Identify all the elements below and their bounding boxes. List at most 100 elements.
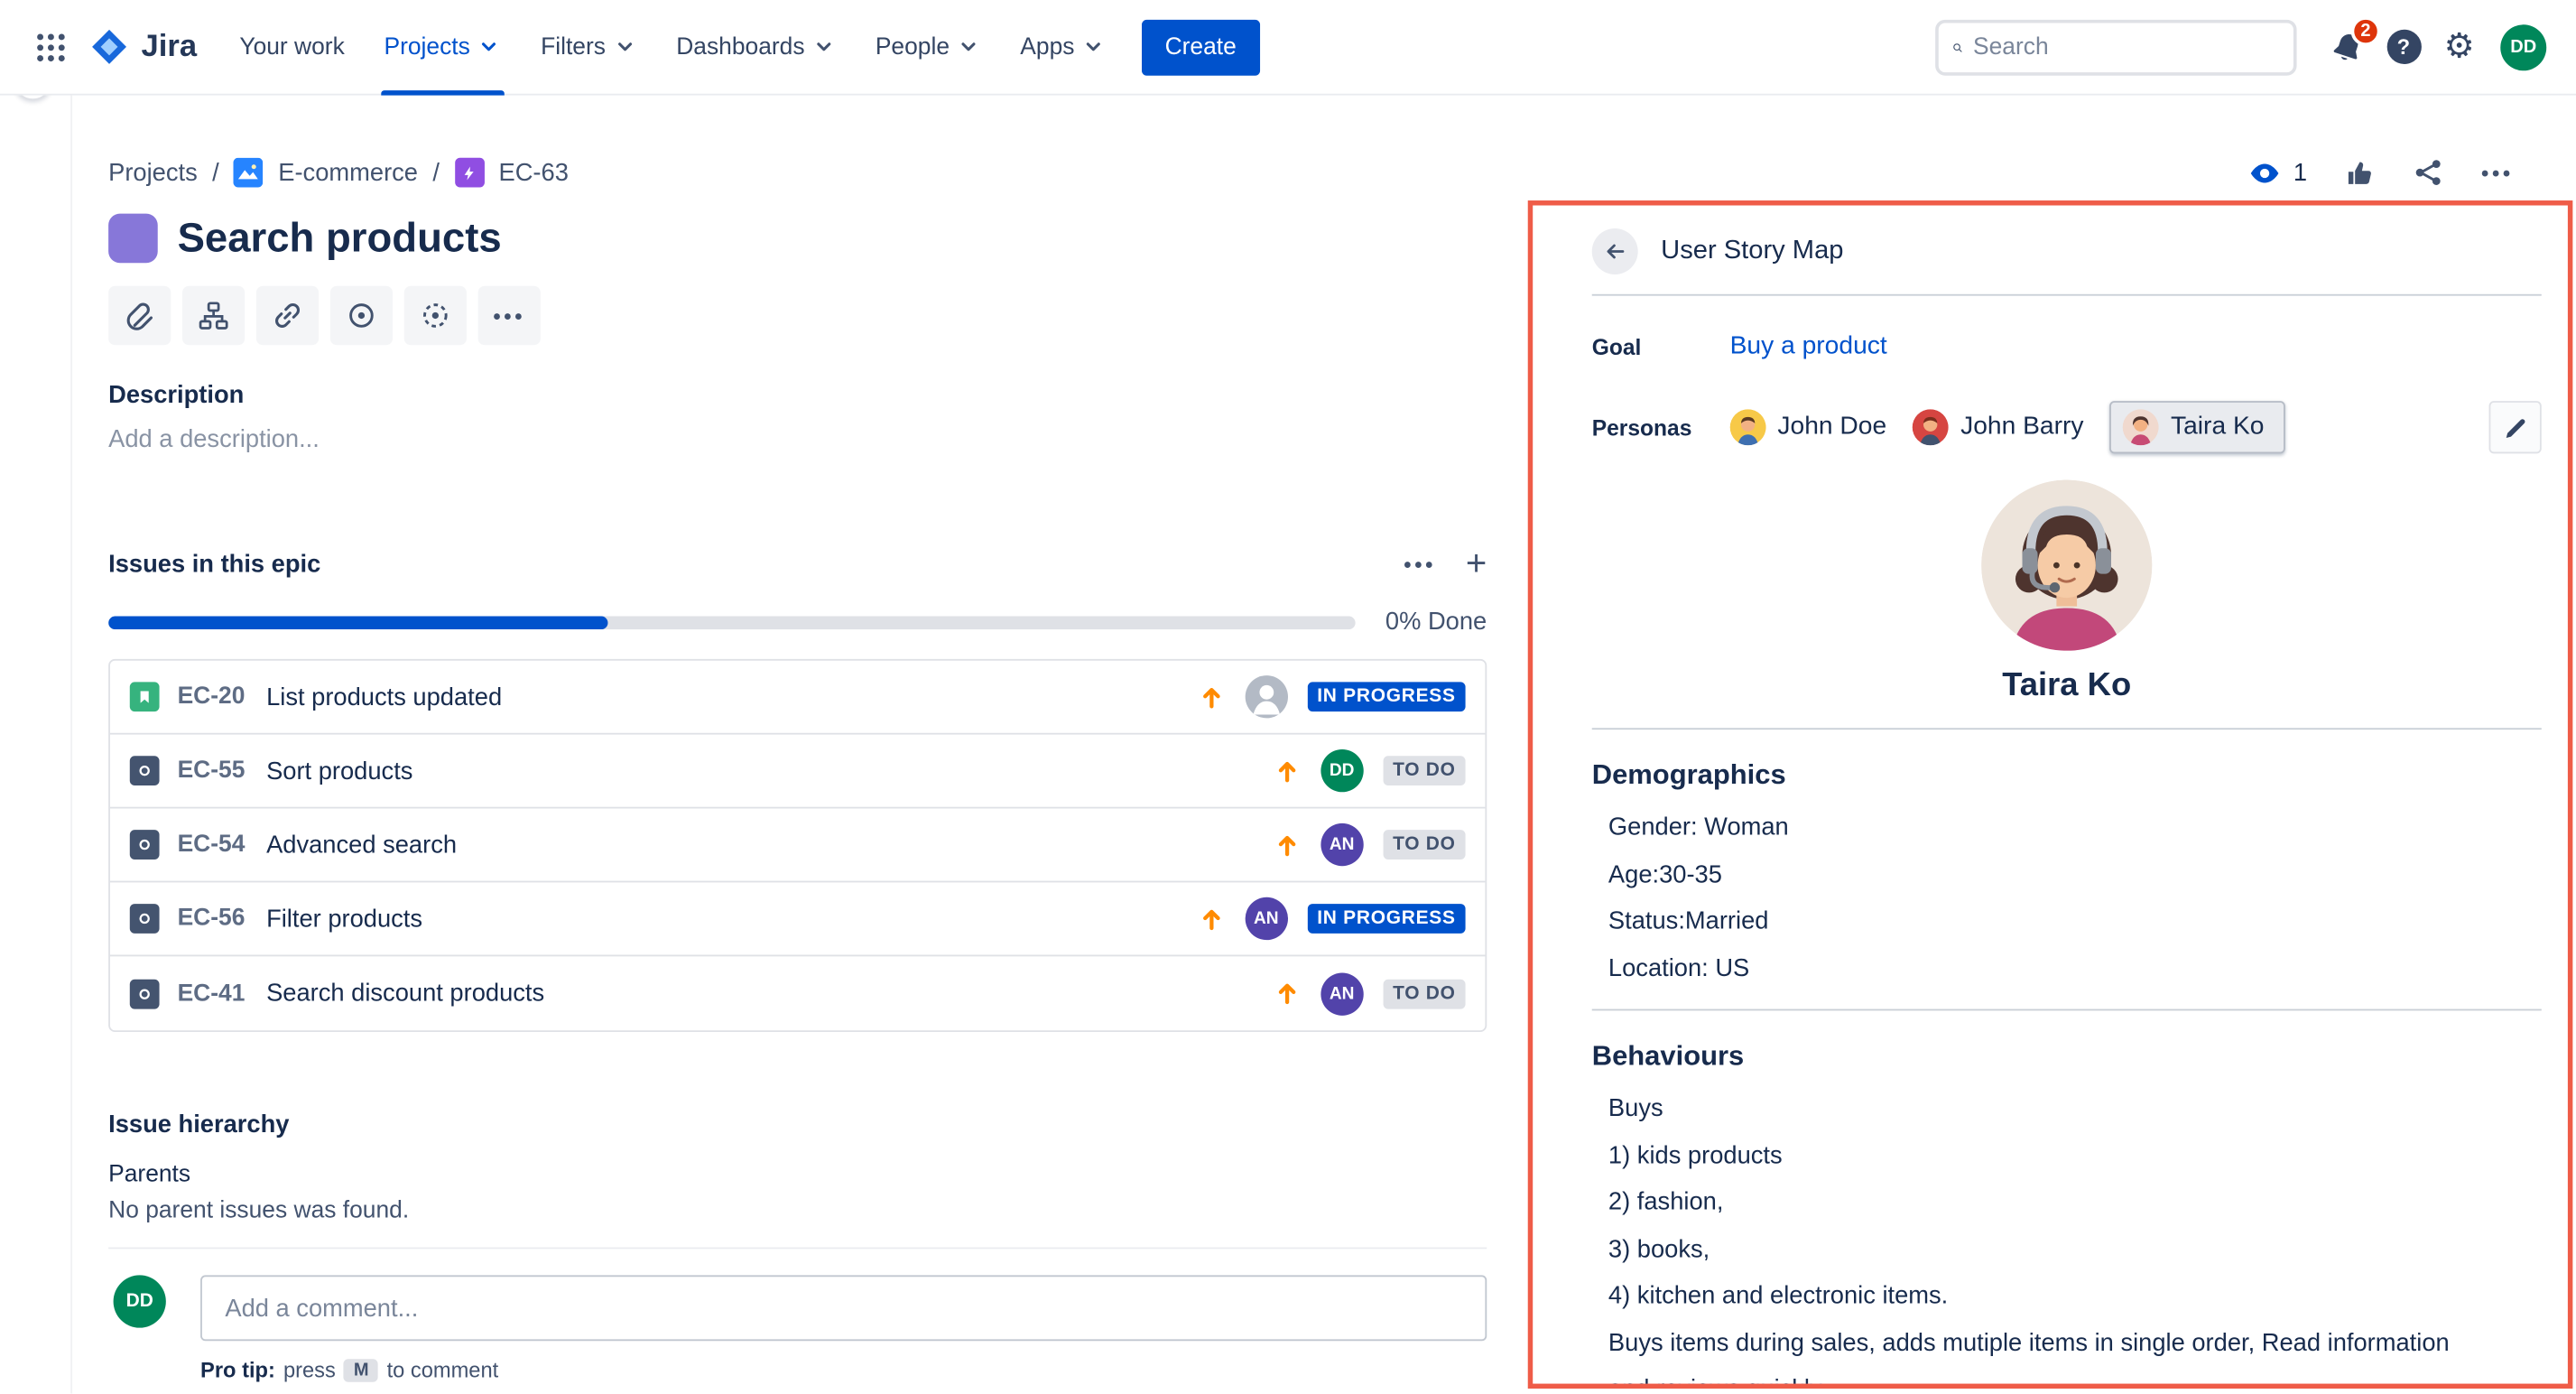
goal-link[interactable]: Buy a product [1730, 332, 1887, 362]
nav-dashboards[interactable]: Dashboards [656, 0, 856, 95]
divider [1592, 1009, 2542, 1011]
epic-progress: 0% Done [108, 608, 1487, 636]
persona-avatar-icon [2123, 409, 2159, 445]
description-placeholder[interactable]: Add a description... [108, 425, 1487, 453]
issue-summary[interactable]: Advanced search [266, 831, 1273, 859]
priority-high-icon [1197, 905, 1225, 933]
issue-row[interactable]: EC-55 Sort products DD TO DO [110, 735, 1485, 809]
plus-icon: + [1466, 545, 1487, 581]
status-badge[interactable]: TO DO [1383, 756, 1465, 785]
search-input[interactable] [1973, 33, 2280, 60]
story-type-icon [130, 682, 160, 711]
pro-tip-suffix: to comment [387, 1357, 499, 1381]
persona-photo [1981, 479, 2152, 650]
breadcrumb-projects-link[interactable]: Projects [108, 159, 198, 187]
watch-button[interactable]: 1 [2247, 155, 2307, 190]
share-button[interactable] [2413, 156, 2445, 189]
hierarchy-icon [197, 299, 229, 331]
nav-projects[interactable]: Projects [365, 0, 522, 95]
comment-input[interactable] [200, 1275, 1487, 1341]
nav-label: Apps [1020, 33, 1074, 60]
status-badge[interactable]: IN PROGRESS [1307, 904, 1465, 934]
issue-key: EC-55 [178, 757, 246, 784]
demographic-line: Age:30-35 [1608, 852, 2542, 899]
issue-summary[interactable]: List products updated [266, 683, 1197, 711]
assignee-avatar[interactable]: AN [1320, 972, 1363, 1015]
scope-button[interactable] [404, 286, 467, 346]
nav-people[interactable]: People [856, 0, 1000, 95]
persona-chip-john-doe[interactable]: John Doe [1730, 409, 1887, 445]
target-button[interactable] [330, 286, 393, 346]
behaviours-list: Buys 1) kids products 2) fashion, 3) boo… [1608, 1086, 2542, 1389]
assignee-avatar-unassigned[interactable] [1245, 675, 1287, 718]
attach-button[interactable] [108, 286, 171, 346]
nav-apps[interactable]: Apps [1000, 0, 1125, 95]
app-window: Jira Your work Projects Filters Dashboar… [0, 0, 2576, 1393]
persona-name: John Barry [1960, 413, 2083, 442]
jira-logo[interactable]: Jira [88, 26, 197, 68]
edit-personas-button[interactable] [2489, 401, 2542, 453]
toolbar-more-button[interactable]: ••• [478, 286, 541, 346]
back-button[interactable] [1592, 228, 1638, 274]
search-box [1935, 19, 2296, 75]
help-button[interactable]: ? [2376, 19, 2432, 75]
assignee-avatar[interactable]: DD [1320, 749, 1363, 792]
chevron-down-icon [811, 34, 836, 59]
persona-chip-john-barry[interactable]: John Barry [1913, 409, 2083, 445]
share-icon [2413, 156, 2445, 189]
issue-row[interactable]: EC-41 Search discount products AN TO DO [110, 956, 1485, 1030]
more-actions-button[interactable]: ••• [2481, 160, 2514, 184]
issue-summary[interactable]: Filter products [266, 905, 1197, 933]
breadcrumb-project-link[interactable]: E-commerce [278, 159, 418, 187]
status-badge[interactable]: TO DO [1383, 979, 1465, 1008]
issue-row[interactable]: EC-20 List products updated IN PROGRESS [110, 661, 1485, 735]
jira-wordmark: Jira [142, 29, 198, 65]
nav-label: Filters [541, 33, 606, 60]
breadcrumb: Projects / E-commerce / EC-63 [108, 158, 569, 188]
add-child-issue-button[interactable] [182, 286, 245, 346]
epic-color-icon[interactable] [108, 214, 158, 264]
nav-label: Projects [384, 33, 469, 60]
settings-button[interactable]: ⚙ [2432, 19, 2488, 75]
behaviour-line: 1) kids products [1608, 1133, 2542, 1180]
divider [1592, 728, 2542, 730]
personas-row: Personas John Doe [1592, 401, 2542, 453]
epic-type-icon [454, 158, 484, 188]
issue-row[interactable]: EC-54 Advanced search AN TO DO [110, 809, 1485, 883]
create-button[interactable]: Create [1142, 19, 1259, 75]
target-dot-icon [345, 299, 377, 331]
link-issue-button[interactable] [256, 286, 319, 346]
divider [108, 1247, 1487, 1249]
user-avatar[interactable]: DD [2500, 23, 2546, 70]
issue-summary[interactable]: Search discount products [266, 980, 1273, 1008]
search-icon [1951, 32, 1963, 61]
add-issue-button[interactable]: + [1466, 545, 1487, 581]
like-button[interactable] [2343, 156, 2376, 189]
status-badge[interactable]: IN PROGRESS [1307, 682, 1465, 711]
notifications-button[interactable]: 2 [2320, 19, 2376, 75]
persona-chip-taira-ko[interactable]: Taira Ko [2110, 401, 2286, 453]
behaviour-line: 3) books, [1608, 1227, 2542, 1274]
watch-eye-icon [2247, 155, 2282, 190]
breadcrumb-issue-key[interactable]: EC-63 [499, 159, 569, 187]
nav-filters[interactable]: Filters [521, 0, 656, 95]
assignee-avatar[interactable]: AN [1320, 823, 1363, 866]
issue-type-icon [130, 979, 160, 1008]
nav-your-work[interactable]: Your work [220, 0, 365, 95]
issue-summary[interactable]: Sort products [266, 757, 1273, 785]
status-badge[interactable]: TO DO [1383, 830, 1465, 860]
app-switcher-button[interactable] [23, 19, 79, 75]
collapsed-sidebar [0, 96, 72, 1394]
issue-toolbar: ••• [108, 286, 1487, 346]
issue-row[interactable]: EC-56 Filter products AN IN PROGRESS [110, 882, 1485, 956]
demographics-heading: Demographics [1592, 759, 2542, 792]
progress-bar [108, 616, 1356, 629]
primary-nav: Your work Projects Filters Dashboards Pe… [220, 0, 1126, 95]
page-title[interactable]: Search products [178, 215, 502, 263]
chevron-down-icon [1081, 34, 1106, 59]
pro-tip-label: Pro tip: [200, 1357, 275, 1381]
personas-label: Personas [1592, 415, 1730, 440]
epic-issues-more-button[interactable]: ••• [1404, 552, 1436, 576]
project-image-icon [234, 158, 264, 188]
assignee-avatar[interactable]: AN [1245, 897, 1287, 940]
